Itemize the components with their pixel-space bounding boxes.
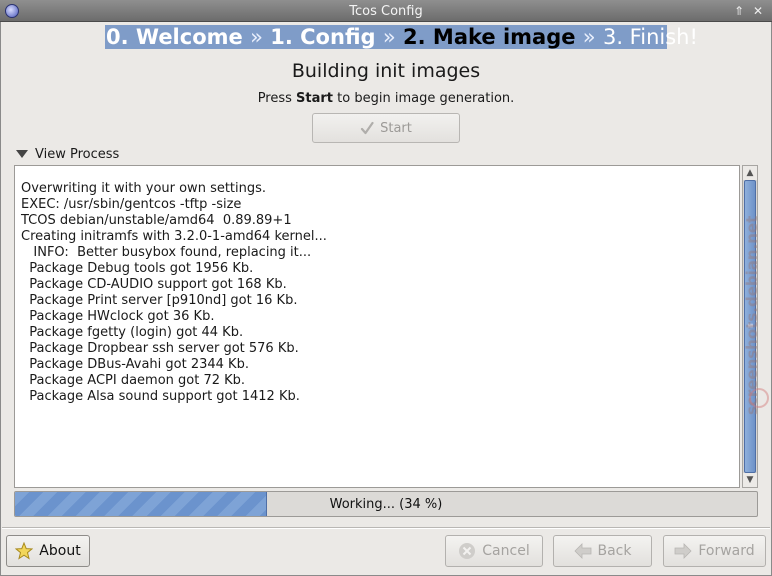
- page-heading: Building init images: [291, 60, 481, 82]
- start-button[interactable]: Start: [312, 113, 460, 143]
- back-arrow-icon: [573, 543, 591, 559]
- progress-text: Working... (34 %): [329, 497, 443, 512]
- back-button-label: Back: [597, 543, 632, 559]
- instruction-bold: Start: [296, 91, 334, 106]
- log-line: Package HWclock got 36 Kb.: [21, 309, 215, 324]
- log-line: Creating initramfs with 3.2.0-1-amd64 ke…: [21, 229, 327, 244]
- log-line: Package Alsa sound support got 1412 Kb.: [21, 389, 300, 404]
- log-line: Package Dropbear ssh server got 576 Kb.: [21, 341, 299, 356]
- step-config: 1. Config: [270, 25, 376, 49]
- log-line: Package Debug tools got 1956 Kb.: [21, 261, 254, 276]
- about-button-label: About: [39, 543, 81, 559]
- back-button[interactable]: Back: [553, 535, 652, 567]
- scrollbar-grip-icon: ≡: [747, 321, 754, 330]
- view-process-expander[interactable]: View Process: [16, 145, 119, 163]
- cancel-button[interactable]: Cancel: [445, 535, 543, 567]
- scroll-up-icon[interactable]: ▲: [743, 166, 757, 180]
- log-line: Package DBus-Avahi got 2344 Kb.: [21, 357, 249, 372]
- step-finish: 3. Finish!: [602, 25, 698, 49]
- log-line: INFO: Better busybox found, replacing it…: [21, 245, 312, 260]
- expander-label: View Process: [35, 146, 120, 162]
- log-line: Package CD-AUDIO support got 168 Kb.: [21, 277, 287, 292]
- log-line: Overwriting it with your own settings.: [21, 181, 267, 196]
- cancel-button-label: Cancel: [482, 543, 530, 559]
- step-separator: »: [582, 25, 596, 49]
- step-make-image: 2. Make image: [403, 25, 576, 49]
- log-line: Package Print server [p910nd] got 16 Kb.: [21, 293, 298, 308]
- log-scrollbar[interactable]: ▲ ≡ ▼: [742, 165, 758, 488]
- log-line: Package fgetty (login) got 44 Kb.: [21, 325, 244, 340]
- log-line: TCOS debian/unstable/amd64 0.89.89+1: [21, 213, 292, 228]
- scrollbar-thumb[interactable]: ≡: [744, 180, 756, 473]
- window-title: Tcos Config: [349, 4, 423, 19]
- wizard-steps: 0. Welcome » 1. Config » 2. Make image »…: [105, 25, 698, 49]
- log-line: EXEC: /usr/sbin/gentcos -tftp -size: [21, 197, 242, 212]
- check-icon: [361, 121, 374, 135]
- scroll-down-icon[interactable]: ▼: [743, 473, 757, 487]
- step-separator: »: [382, 25, 396, 49]
- forward-arrow-icon: [674, 543, 692, 559]
- shade-icon[interactable]: ⇑: [731, 3, 747, 19]
- progress-bar: Working... (34 %): [14, 491, 758, 517]
- divider: [2, 527, 770, 529]
- process-log[interactable]: Overwriting it with your own settings. EX…: [14, 165, 740, 488]
- instruction-text: Press Start to begin image generation.: [0, 91, 772, 106]
- star-icon: [15, 542, 34, 560]
- instruction-suffix: to begin image generation.: [333, 91, 515, 106]
- instruction-prefix: Press: [257, 91, 297, 106]
- cancel-icon: [459, 543, 476, 559]
- step-welcome: 0. Welcome: [106, 25, 243, 49]
- watermark-logo-icon: [749, 388, 769, 408]
- start-button-label: Start: [380, 120, 412, 136]
- close-icon[interactable]: ✕: [750, 3, 766, 19]
- log-line: Package ACPI daemon got 72 Kb.: [21, 373, 246, 388]
- forward-button-label: Forward: [698, 543, 755, 559]
- about-button[interactable]: About: [6, 535, 90, 567]
- expander-arrow-icon: [16, 150, 28, 158]
- forward-button[interactable]: Forward: [663, 535, 766, 567]
- step-separator: »: [250, 25, 263, 49]
- title-bar: Tcos Config ⇑ ✕: [0, 0, 772, 22]
